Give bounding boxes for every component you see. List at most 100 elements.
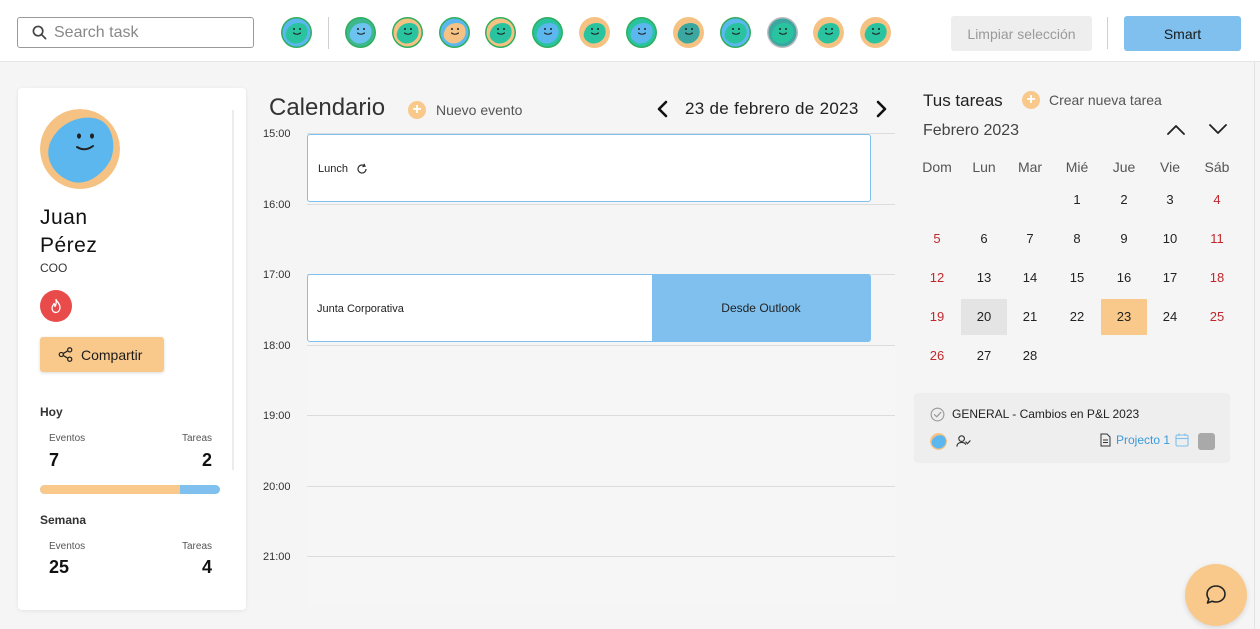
calendar-day[interactable]: 8 [1054,221,1100,257]
tasks-panel: Tus tareas + Crear nueva tarea Febrero 2… [912,88,1232,610]
hour-slot[interactable] [307,203,895,274]
calendar-day[interactable]: 10 [1147,221,1193,257]
calendar-day[interactable]: 5 [914,221,960,257]
top-bar: Limpiar selección Smart [0,0,1260,62]
calendar-day[interactable]: 1 [1054,182,1100,218]
user-avatar-icon [673,17,704,48]
chevron-right-icon [876,100,886,118]
share-button[interactable]: Compartir [40,337,164,372]
calendar-day[interactable]: 14 [1007,260,1053,296]
team-member-avatar[interactable] [532,17,563,48]
hour-slot[interactable] [307,556,895,606]
chevron-down-icon[interactable] [1208,122,1228,136]
team-member-avatar[interactable] [392,17,423,48]
avatar [40,109,120,189]
calendar-day[interactable]: 20 [961,299,1007,335]
day-schedule-grid[interactable]: 21:00 20:00 19:00 18:00 17:00 16:00 15:00 Lunc… [258,128,898,606]
task-card[interactable]: GENERAL - Cambios en P&L 2023 Projecto 1 [914,393,1230,463]
calendar-day[interactable]: 4 [1194,182,1240,218]
chevron-up-icon[interactable] [1166,122,1186,136]
team-member-avatar[interactable] [281,17,312,48]
team-member-avatar[interactable] [439,17,470,48]
scrollbar[interactable] [1254,62,1255,629]
calendar-icon[interactable] [1175,433,1189,447]
week-tasks-label: Tareas [181,541,212,552]
hour-row: 18:00 [258,340,898,415]
team-member-avatar[interactable] [813,17,844,48]
weekday-label: Mié [1065,159,1089,175]
hour-slot[interactable] [307,485,895,556]
calendar-day[interactable]: 23 [1101,299,1147,335]
last-name: Pérez [40,234,98,257]
calendar-day[interactable]: 15 [1054,260,1100,296]
team-member-avatar[interactable] [579,17,610,48]
task-status-square[interactable] [1198,433,1215,450]
event-title: Junta Corporativa [317,303,404,315]
hour-slot[interactable] [307,344,895,415]
recurring-icon [357,163,367,174]
assign-user-icon[interactable] [956,434,971,448]
calendar-day[interactable]: 2 [1101,182,1147,218]
calendar-day[interactable]: 3 [1147,182,1193,218]
user-name: Juan Pérez [40,204,190,260]
next-day-button[interactable] [873,98,891,120]
new-event-button[interactable]: + Nuevo evento [408,101,522,119]
user-avatar-icon [813,17,844,48]
user-avatar-icon [720,17,751,48]
calendar-day[interactable]: 22 [1054,299,1100,335]
team-member-avatar[interactable] [626,17,657,48]
today-tasks-count: 2 [201,450,212,470]
calendar-day[interactable]: 27 [961,338,1007,374]
smart-button[interactable]: Smart [1124,16,1241,51]
team-member-avatar[interactable] [345,17,376,48]
calendar-day[interactable]: 6 [961,221,1007,257]
calendar-day[interactable]: 25 [1194,299,1240,335]
event-junta-corporativa[interactable]: Junta Corporativa Desde Outlook [307,274,871,342]
calendar-day[interactable]: 7 [1007,221,1053,257]
calendar-day[interactable]: 28 [1007,338,1053,374]
calendar-day[interactable]: 24 [1147,299,1193,335]
team-member-avatar[interactable] [860,17,891,48]
previous-day-button[interactable] [653,98,671,120]
tasks-title: Tus tareas [923,91,1003,110]
new-event-label: Nuevo evento [436,102,523,118]
new-task-button[interactable]: + Crear nueva tarea [1022,91,1162,109]
calendar-day[interactable]: 13 [961,260,1007,296]
streak-badge[interactable] [40,290,72,322]
check-circle-icon[interactable] [930,407,945,422]
team-member-avatar[interactable] [767,17,798,48]
user-avatar-icon [626,17,657,48]
today-events-label: Eventos [49,433,86,444]
calendar-day[interactable]: 26 [914,338,960,374]
event-label: Junta Corporativa [317,303,404,315]
calendar-day[interactable]: 9 [1101,221,1147,257]
user-avatar-icon [40,109,120,189]
weekday-label: Jue [1112,159,1136,175]
calendar-day[interactable]: 19 [914,299,960,335]
calendar-day[interactable]: 18 [1194,260,1240,296]
calendar-day[interactable]: 12 [914,260,960,296]
divider [1107,17,1108,49]
team-member-avatar[interactable] [485,17,516,48]
event-lunch[interactable]: Lunch [307,134,871,202]
profile-scrollbar[interactable] [232,110,234,470]
clear-selection-button[interactable]: Limpiar selección [951,16,1092,51]
team-member-avatar[interactable] [673,17,704,48]
chat-button[interactable] [1185,564,1247,626]
search-box[interactable] [17,17,254,48]
project-link[interactable]: Projecto 1 [1100,433,1189,447]
share-icon [58,347,73,362]
calendar-day[interactable]: 11 [1194,221,1240,257]
calendar-day[interactable]: 16 [1101,260,1147,296]
calendar-day[interactable]: 17 [1147,260,1193,296]
team-member-avatar[interactable] [720,17,751,48]
event-title: Lunch [318,163,348,175]
calendar-day[interactable]: 21 [1007,299,1053,335]
profile-panel: Juan Pérez COO Compartir Hoy Eventos Tar… [18,88,246,610]
event-label: Lunch [318,163,368,175]
search-input[interactable] [54,22,244,44]
hour-row: 20:00 [258,481,898,556]
hour-slot[interactable] [307,415,895,485]
user-avatar-icon [485,17,516,48]
today-progress-bar [40,485,220,494]
